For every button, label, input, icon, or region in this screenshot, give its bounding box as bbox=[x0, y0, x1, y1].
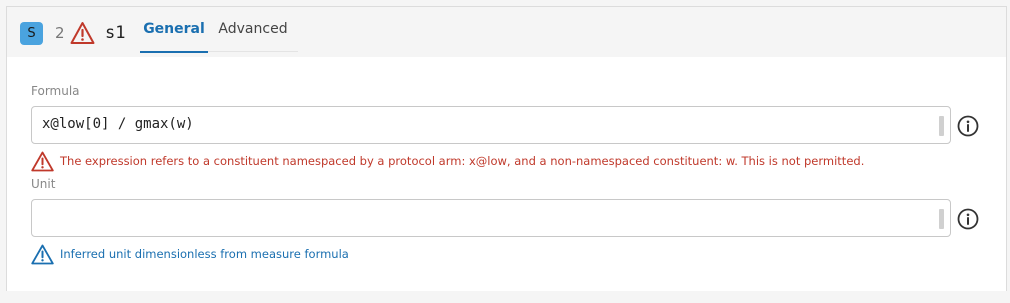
formula-field[interactable]: x@low[0] / gmax(w) bbox=[31, 106, 951, 144]
formula-error-text: The expression refers to a constituent n… bbox=[60, 154, 865, 168]
warning-count: 2 bbox=[55, 24, 65, 42]
info-circle-icon[interactable] bbox=[957, 208, 979, 230]
general-tab-content: Formula x@low[0] / gmax(w) The expressio… bbox=[7, 57, 1006, 291]
tab-advanced[interactable]: Advanced bbox=[208, 17, 298, 52]
formula-value: x@low[0] / gmax(w) bbox=[42, 116, 194, 132]
unit-info-text: Inferred unit dimensionless from measure… bbox=[60, 247, 349, 261]
unit-label: Unit bbox=[31, 177, 56, 191]
tab-general[interactable]: General bbox=[140, 17, 208, 53]
unit-scrollbar[interactable] bbox=[939, 209, 944, 229]
unit-info-message: Inferred unit dimensionless from measure… bbox=[31, 243, 349, 265]
unit-field[interactable] bbox=[31, 199, 951, 237]
item-name: s1 bbox=[105, 23, 126, 43]
formula-scrollbar[interactable] bbox=[939, 116, 944, 136]
item-type-badge: S bbox=[20, 22, 43, 45]
item-panel: S 2 s1 General Advanced Formula x@low[0]… bbox=[6, 6, 1007, 291]
info-circle-icon[interactable] bbox=[957, 115, 979, 137]
warning-icon bbox=[31, 151, 54, 171]
warning-icon bbox=[31, 244, 54, 264]
warning-icon bbox=[70, 22, 95, 44]
panel-header: S 2 s1 General Advanced bbox=[7, 7, 1006, 53]
formula-label: Formula bbox=[31, 84, 80, 98]
formula-error-message: The expression refers to a constituent n… bbox=[31, 150, 864, 172]
